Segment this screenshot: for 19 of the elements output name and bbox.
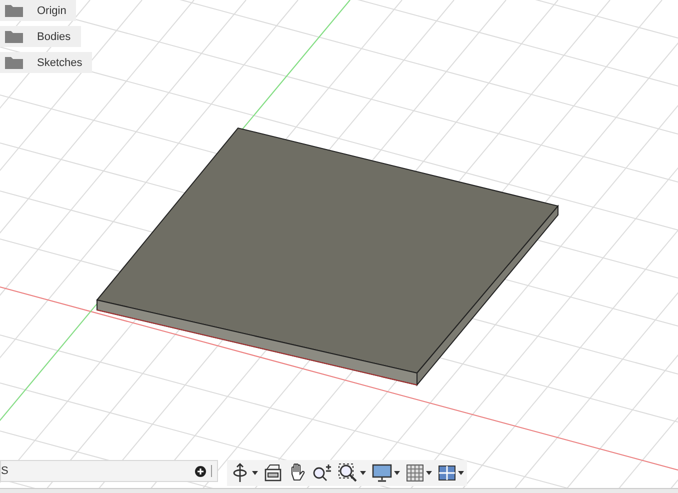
caret-icon[interactable]: [458, 471, 464, 475]
zoom-window-icon[interactable]: [338, 463, 358, 483]
folder-icon: [5, 4, 23, 17]
folder-icon: [5, 56, 23, 69]
browser-item[interactable]: Sketches: [0, 52, 92, 73]
caret-icon[interactable]: [360, 471, 366, 475]
caret-icon[interactable]: [394, 471, 400, 475]
viewports-icon[interactable]: [438, 465, 456, 481]
comments-label: S: [1, 465, 10, 477]
caret-icon[interactable]: [426, 471, 432, 475]
look-at-icon[interactable]: [264, 464, 282, 482]
zoom-icon[interactable]: [312, 464, 332, 482]
folder-icon: [5, 30, 23, 43]
monitor-icon[interactable]: [372, 464, 392, 482]
browser-item[interactable]: Bodies: [0, 26, 81, 47]
grid-icon[interactable]: [406, 464, 424, 482]
add-icon[interactable]: [195, 466, 206, 476]
browser-item[interactable]: Origin: [0, 0, 76, 21]
caret-icon[interactable]: [252, 471, 258, 475]
